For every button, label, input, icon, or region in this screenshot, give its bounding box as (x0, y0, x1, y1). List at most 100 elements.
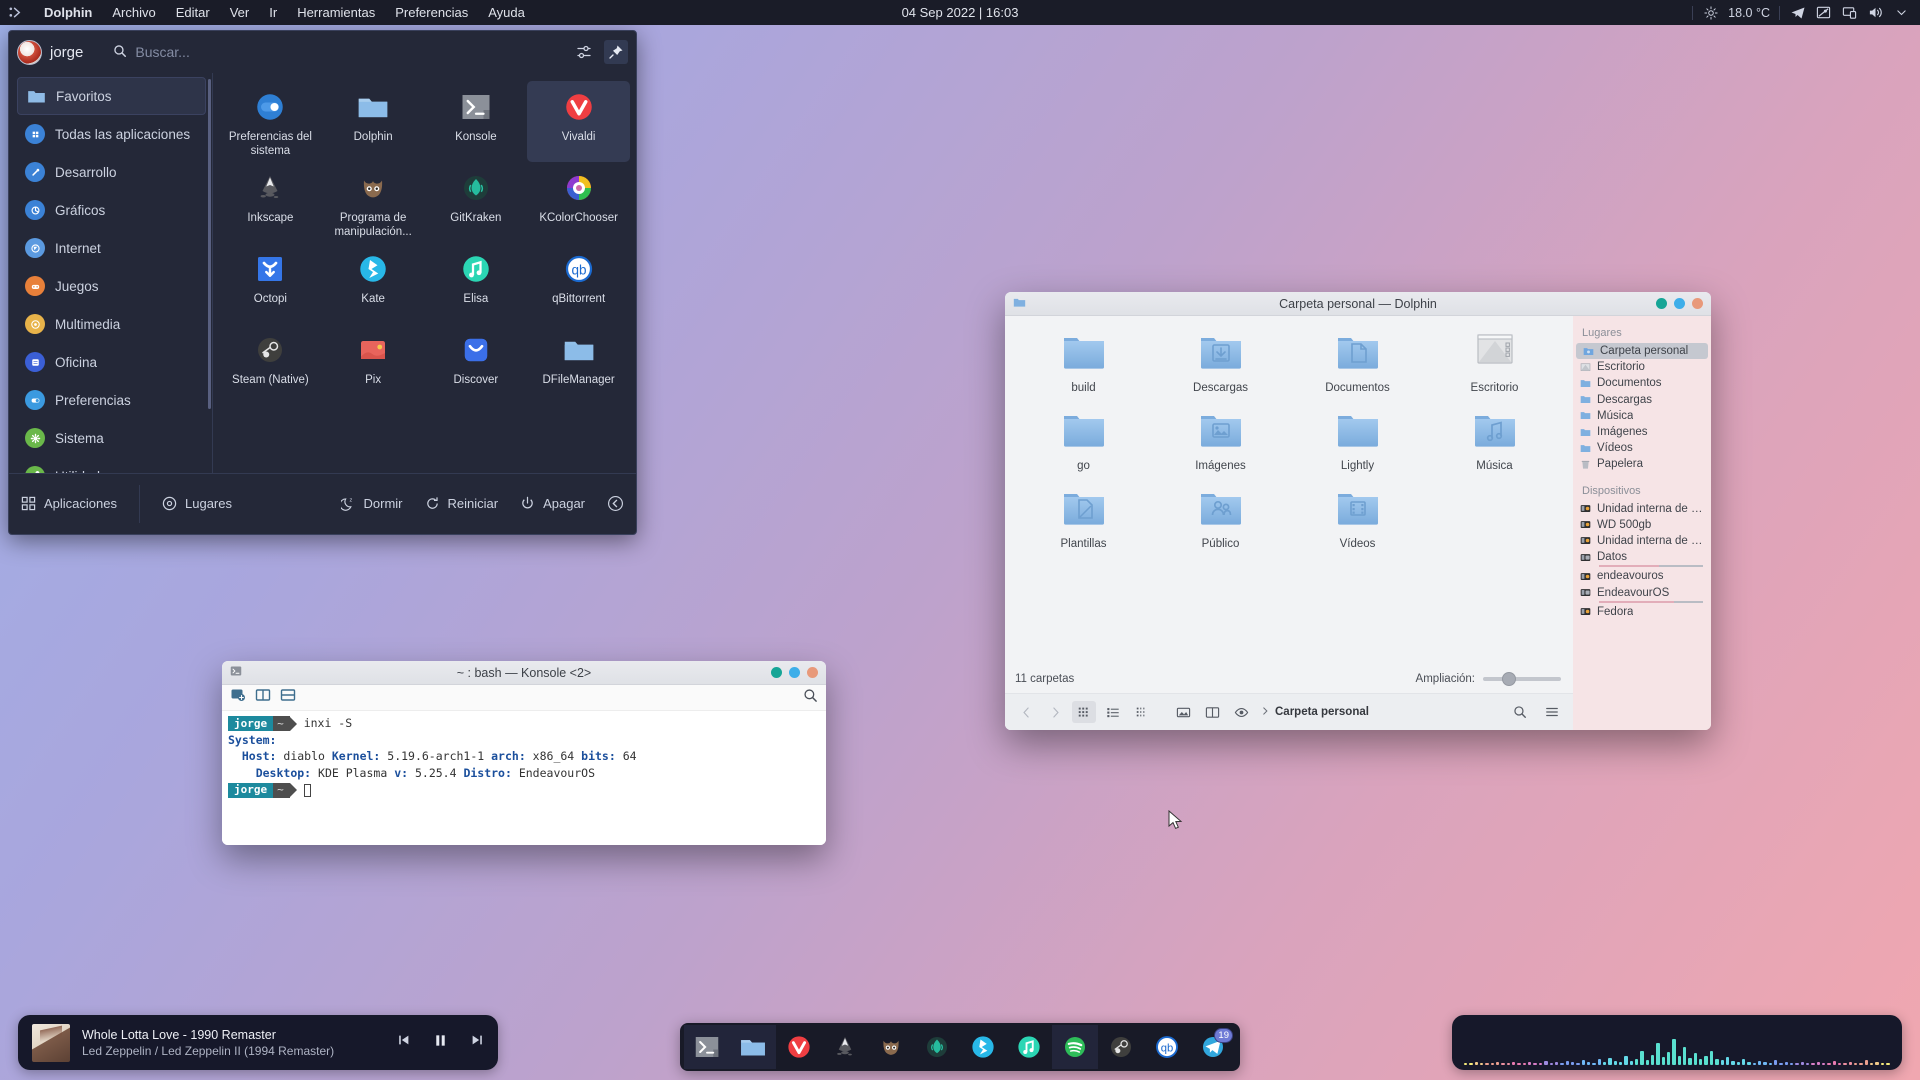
folder-item[interactable]: Imágenes (1152, 410, 1289, 488)
app-tile[interactable]: Elisa (425, 243, 528, 324)
app-tile[interactable]: KColorChooser (527, 162, 630, 243)
app-tile[interactable]: Pix (322, 324, 425, 405)
dock-item-kate[interactable] (960, 1025, 1006, 1069)
app-tile[interactable]: Kate (322, 243, 425, 324)
app-tile[interactable]: Discover (425, 324, 528, 405)
app-tile[interactable]: Octopi (219, 243, 322, 324)
sidebar-item-oficina[interactable]: Oficina (17, 343, 206, 381)
footer-shutdown-button[interactable]: Apagar (520, 496, 585, 511)
footer-restart-button[interactable]: Reiniciar (425, 496, 498, 511)
search-icon[interactable] (1508, 701, 1532, 723)
app-tile[interactable]: Inkscape (219, 162, 322, 243)
device-item[interactable]: Fedora (1573, 604, 1711, 620)
dock-item-vivaldi[interactable] (776, 1025, 822, 1069)
sidebar-item-preferencias[interactable]: Preferencias (17, 381, 206, 419)
menu-ir[interactable]: Ir (259, 2, 287, 23)
display-icon[interactable] (1841, 4, 1858, 21)
zoom-slider[interactable] (1483, 672, 1561, 686)
dock-item-qbittorrent[interactable]: qb (1144, 1025, 1190, 1069)
menu-archivo[interactable]: Archivo (102, 2, 165, 23)
app-tile[interactable]: Steam (Native) (219, 324, 322, 405)
menu-ayuda[interactable]: Ayuda (478, 2, 535, 23)
sidebar-item-favoritos[interactable]: Favoritos (17, 77, 206, 115)
footer-sleep-button[interactable]: z Dormir (340, 496, 403, 511)
breadcrumb[interactable]: Carpeta personal (1260, 706, 1369, 719)
menu-editar[interactable]: Editar (166, 2, 220, 23)
place-item[interactable]: Carpeta personal (1576, 343, 1708, 360)
dock-item-steam[interactable] (1098, 1025, 1144, 1069)
app-tile[interactable]: Preferencias del sistema (219, 81, 322, 162)
app-tile[interactable]: Dolphin (322, 81, 425, 162)
kde-menu-icon[interactable] (0, 0, 30, 25)
split-horizontal-icon[interactable] (280, 687, 296, 708)
telegram-icon[interactable] (1789, 4, 1806, 21)
maximize-button[interactable] (1674, 298, 1685, 309)
dock-item-gitkraken[interactable] (914, 1025, 960, 1069)
sidebar-item-todas-las-aplicaciones[interactable]: Todas las aplicaciones (17, 115, 206, 153)
forward-icon[interactable] (1043, 701, 1067, 723)
place-item[interactable]: Papelera (1573, 456, 1711, 472)
app-tile[interactable]: Programa de manipulación... (322, 162, 425, 243)
folder-item[interactable]: go (1015, 410, 1152, 488)
search-icon[interactable] (803, 688, 818, 708)
previous-icon[interactable] (397, 1033, 411, 1052)
app-tile[interactable]: qb qBittorrent (527, 243, 630, 324)
app-tile[interactable]: Vivaldi (527, 81, 630, 162)
dock-item-elisa[interactable] (1006, 1025, 1052, 1069)
zoom-control[interactable]: Ampliación: (1416, 672, 1561, 686)
volume-icon[interactable] (1867, 4, 1884, 21)
folder-item[interactable]: build (1015, 332, 1152, 410)
konsole-titlebar[interactable]: ~ : bash — Konsole <2> (222, 661, 826, 685)
place-item[interactable]: Documentos (1573, 375, 1711, 391)
device-item[interactable]: WD 500gb (1573, 517, 1711, 533)
dock-item-konsole[interactable] (684, 1025, 730, 1069)
folder-item[interactable]: Vídeos (1289, 488, 1426, 566)
place-item[interactable]: Escritorio (1573, 359, 1711, 375)
place-item[interactable]: Imágenes (1573, 424, 1711, 440)
close-button[interactable] (807, 667, 818, 678)
preview-icon[interactable] (1171, 701, 1195, 723)
minimize-button[interactable] (1656, 298, 1667, 309)
place-item[interactable]: Música (1573, 408, 1711, 424)
split-view-icon[interactable] (1200, 701, 1224, 723)
icons-view-icon[interactable] (1072, 701, 1096, 723)
footer-places-button[interactable]: Lugares (162, 496, 232, 511)
sidebar-item-juegos[interactable]: Juegos (17, 267, 206, 305)
menu-app-name[interactable]: Dolphin (34, 2, 102, 23)
avatar[interactable] (17, 39, 42, 65)
sidebar-item-multimedia[interactable]: Multimedia (17, 305, 206, 343)
dock-item-inkscape[interactable] (822, 1025, 868, 1069)
device-item[interactable]: Unidad interna de 48,... (1573, 533, 1711, 549)
menu-preferencias[interactable]: Preferencias (385, 2, 478, 23)
dock-item-gimp[interactable] (868, 1025, 914, 1069)
folder-item[interactable]: Descargas (1152, 332, 1289, 410)
split-vertical-icon[interactable] (255, 687, 271, 708)
folder-item[interactable]: Documentos (1289, 332, 1426, 410)
menu-herramientas[interactable]: Herramientas (287, 2, 385, 23)
terminal-output[interactable]: jorge ~ inxi -S System: Host: diablo Kerne… (222, 711, 826, 845)
search-input[interactable] (135, 44, 376, 60)
launcher-search[interactable] (113, 44, 564, 61)
place-item[interactable]: Vídeos (1573, 440, 1711, 456)
device-item[interactable]: EndeavourOS (1573, 584, 1711, 600)
folder-item[interactable]: Público (1152, 488, 1289, 566)
dock-item-telegram[interactable]: 19 (1190, 1025, 1236, 1069)
chevron-left-circle-icon[interactable] (607, 495, 624, 512)
sidebar-item-sistema[interactable]: Sistema (17, 419, 206, 457)
dolphin-titlebar[interactable]: Carpeta personal — Dolphin (1005, 292, 1711, 316)
sidebar-scrollbar[interactable] (208, 79, 211, 409)
new-tab-icon[interactable] (230, 687, 246, 708)
network-icon[interactable] (1815, 4, 1832, 21)
dolphin-file-view[interactable]: build Descargas Documentos Escritorio go Imág… (1005, 316, 1573, 730)
settings-sliders-icon[interactable] (572, 40, 596, 64)
app-tile[interactable]: GitKraken (425, 162, 528, 243)
pause-icon[interactable] (433, 1033, 448, 1053)
footer-applications-button[interactable]: Aplicaciones (21, 496, 117, 511)
app-tile[interactable]: DFileManager (527, 324, 630, 405)
next-icon[interactable] (470, 1033, 484, 1052)
details-view-icon[interactable] (1101, 701, 1125, 723)
folder-item[interactable]: Música (1426, 410, 1563, 488)
hidden-files-icon[interactable] (1229, 701, 1253, 723)
sidebar-item-desarrollo[interactable]: Desarrollo (17, 153, 206, 191)
menu-ver[interactable]: Ver (220, 2, 260, 23)
